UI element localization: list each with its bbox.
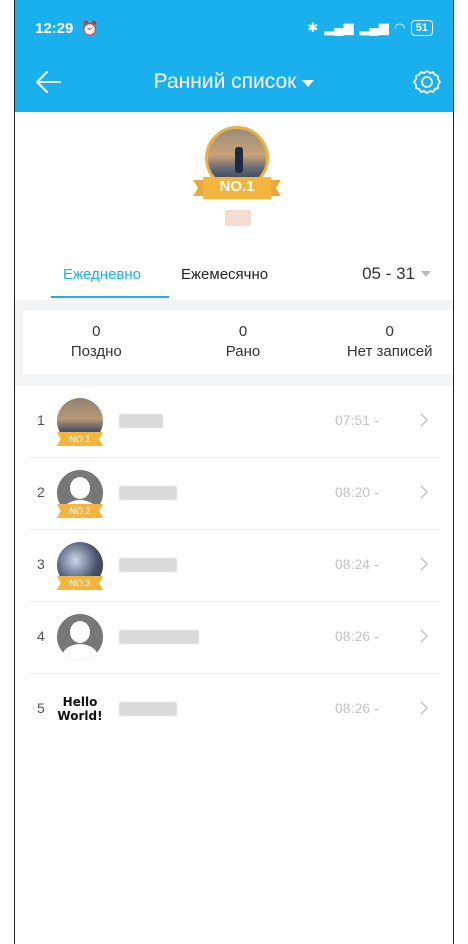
status-bar: 12:29 ⏰ ✱ ▂▄▆ ▂▄▆ ◠ 51	[15, 0, 453, 56]
stat-no-records[interactable]: 0 Нет записей	[316, 310, 453, 374]
signal-icon: ▂▄▆	[324, 20, 354, 35]
avatar: Hello World!	[57, 686, 103, 732]
tab-indicator	[51, 296, 169, 298]
stat-label: Нет записей	[346, 343, 433, 360]
list-item[interactable]: 1 NO.1 07:51 -	[29, 386, 439, 458]
status-time: 12:29	[35, 19, 74, 37]
chevron-right-icon	[420, 701, 429, 715]
rank-number: 5	[37, 700, 45, 716]
list-item[interactable]: 3 NO.3 08:24 -	[29, 530, 439, 602]
chevron-right-icon	[420, 557, 429, 571]
ranking-list: 1 NO.1 07:51 - 2 NO.2 08:20 - 3 NO.3 08:…	[15, 386, 453, 746]
rank-number: 1	[37, 412, 45, 428]
rank-number: 4	[37, 628, 45, 644]
champion-section: NO.1	[15, 120, 453, 240]
list-item[interactable]: 2 NO.2 08:20 -	[29, 458, 439, 530]
page-title: Ранний список	[153, 70, 297, 93]
rank-number: 3	[37, 556, 45, 572]
gear-icon[interactable]	[411, 66, 443, 98]
app-bar: Ранний список	[15, 56, 453, 108]
chevron-right-icon	[420, 629, 429, 643]
medal-badge: NO.1	[57, 432, 103, 446]
blurred-name	[119, 702, 177, 716]
date-picker[interactable]: 05 - 31	[362, 264, 431, 284]
record-time: 08:24 -	[335, 556, 379, 572]
signal-icon-2: ▂▄▆	[359, 20, 389, 35]
medal-badge: NO.3	[57, 576, 103, 590]
caret-down-icon	[421, 271, 431, 277]
stat-label: Поздно	[70, 343, 122, 360]
list-item[interactable]: 5 Hello World! 08:26 -	[29, 674, 439, 746]
tabs: Ежедневно Ежемесячно 05 - 31	[15, 258, 453, 300]
tab-daily[interactable]: Ежедневно	[63, 266, 141, 283]
blurred-name	[119, 414, 163, 428]
stats-panel: 0 Поздно 0 Рано 0 Нет записей	[15, 300, 453, 386]
medal-badge: NO.2	[57, 504, 103, 518]
user-icon	[57, 614, 103, 660]
champion-badge: NO.1	[219, 178, 255, 195]
caret-down-icon	[302, 79, 315, 87]
list-item[interactable]: 4 08:26 -	[29, 602, 439, 674]
stats-card: 0 Поздно 0 Рано 0 Нет записей	[23, 310, 453, 374]
stat-early[interactable]: 0 Рано	[170, 310, 317, 374]
chevron-right-icon	[420, 485, 429, 499]
bluetooth-icon: ✱	[307, 20, 319, 35]
stat-late[interactable]: 0 Поздно	[23, 310, 170, 374]
title-dropdown[interactable]: Ранний список	[154, 70, 315, 94]
blurred-name	[119, 486, 177, 500]
back-arrow-icon[interactable]	[33, 68, 63, 96]
date-label: 05 - 31	[362, 264, 415, 283]
status-icons: ✱ ▂▄▆ ▂▄▆ ◠ 51	[307, 20, 433, 36]
rank-number: 2	[37, 484, 45, 500]
alarm-icon: ⏰	[81, 19, 99, 36]
chevron-right-icon	[420, 413, 429, 427]
record-time: 07:51 -	[335, 412, 379, 428]
battery-icon: 51	[410, 20, 433, 36]
blurred-name	[119, 558, 177, 572]
stat-value: 0	[238, 323, 248, 340]
tab-monthly[interactable]: Ежемесячно	[181, 266, 268, 283]
header: 12:29 ⏰ ✱ ▂▄▆ ▂▄▆ ◠ 51 Ранний список	[15, 0, 453, 112]
stat-label: Рано	[225, 343, 261, 360]
record-time: 08:20 -	[335, 484, 379, 500]
champion-name	[225, 210, 251, 226]
wifi-icon: ◠	[394, 20, 405, 35]
record-time: 08:26 -	[335, 628, 379, 644]
stat-value: 0	[92, 323, 101, 340]
stat-value: 0	[385, 323, 394, 340]
record-time: 08:26 -	[335, 700, 379, 716]
app-frame: 12:29 ⏰ ✱ ▂▄▆ ▂▄▆ ◠ 51 Ранний список NO.…	[14, 0, 454, 944]
blurred-name	[119, 630, 199, 644]
